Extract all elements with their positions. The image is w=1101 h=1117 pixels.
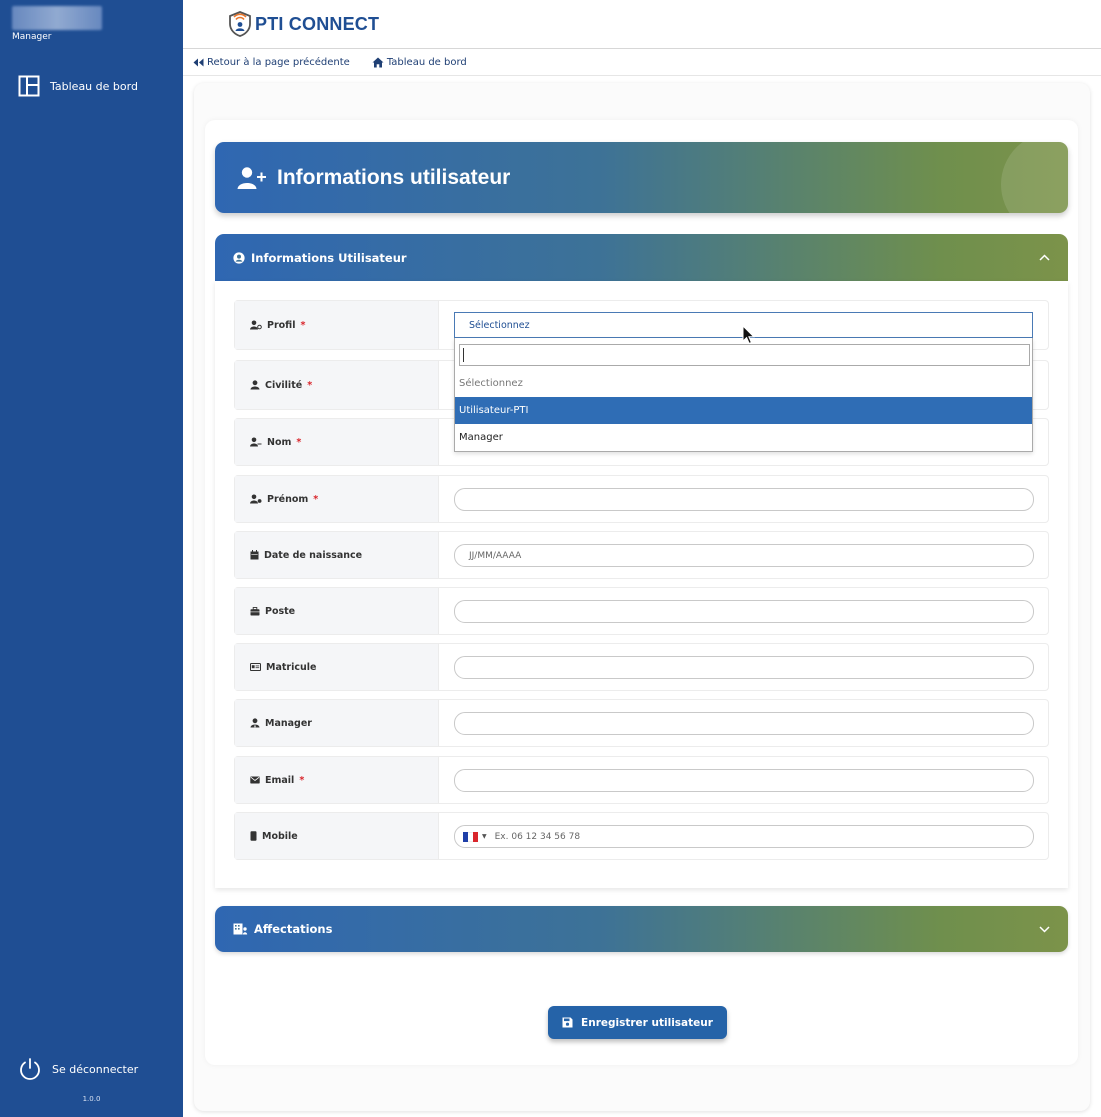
field-label: Prénom * — [235, 476, 439, 522]
profile-dropdown: Sélectionnez Utilisateur-PTI Manager — [454, 338, 1033, 452]
manager-input[interactable] — [454, 712, 1034, 735]
page-title: Informations utilisateur — [277, 165, 511, 189]
save-user-button[interactable]: Enregistrer utilisateur — [548, 1006, 727, 1039]
user-circle-icon — [233, 251, 245, 264]
form-row-date-naissance: Date de naissance JJ/MM/AAAA — [234, 531, 1049, 579]
form-row-prenom: Prénom * — [234, 475, 1049, 523]
briefcase-icon — [250, 606, 260, 615]
field-label: Civilité * — [235, 361, 439, 409]
first-name-input[interactable] — [454, 488, 1034, 511]
section-title: Informations Utilisateur — [251, 250, 407, 265]
form-row-email: Email * — [234, 756, 1049, 804]
power-icon — [20, 1058, 40, 1080]
user-icon — [250, 380, 260, 390]
mobile-placeholder: Ex. 06 12 34 56 78 — [494, 831, 581, 842]
banner-decoration — [1001, 142, 1068, 213]
double-left-arrow-icon — [193, 58, 204, 67]
field-label: Email * — [235, 757, 439, 803]
field-label: Poste — [235, 588, 439, 634]
field-label: Mobile — [235, 813, 439, 859]
text-caret — [463, 348, 464, 362]
breadcrumb: Retour à la page précédente Tableau de b… — [183, 50, 1101, 76]
mobile-phone-icon — [250, 831, 257, 841]
home-icon — [372, 57, 384, 68]
envelope-icon — [250, 776, 260, 784]
sidebar: Manager Tableau de bord Se déconnecter 1… — [0, 0, 183, 1117]
user-tag-icon — [250, 494, 262, 504]
france-flag-icon[interactable] — [463, 831, 478, 842]
country-dropdown-caret-icon[interactable]: ▼ — [482, 833, 487, 840]
mobile-input[interactable]: ▼ Ex. 06 12 34 56 78 — [454, 825, 1034, 848]
dropdown-option[interactable]: Manager — [455, 424, 1032, 451]
user-block[interactable]: Manager — [0, 0, 183, 48]
user-signature-icon — [250, 437, 262, 447]
employee-id-input[interactable] — [454, 656, 1034, 679]
page-header-banner: Informations utilisateur — [215, 142, 1068, 213]
sidebar-item-label: Tableau de bord — [50, 79, 138, 93]
user-tie-icon — [250, 718, 260, 728]
building-user-icon — [233, 923, 248, 935]
save-button-label: Enregistrer utilisateur — [581, 1016, 713, 1029]
back-link-label: Retour à la page précédente — [207, 57, 350, 68]
calendar-icon — [250, 550, 259, 560]
section-header-affectations[interactable]: Affectations — [215, 906, 1068, 952]
field-label: Manager — [235, 700, 439, 746]
form-row-matricule: Matricule — [234, 643, 1049, 691]
position-input[interactable] — [454, 600, 1034, 623]
floppy-disk-icon — [562, 1017, 573, 1028]
back-link[interactable]: Retour à la page précédente — [193, 57, 350, 68]
field-label: Profil * — [235, 301, 439, 349]
chevron-down-icon[interactable] — [1039, 925, 1050, 933]
section-header-user-info[interactable]: Informations Utilisateur — [215, 234, 1068, 281]
user-role: Manager — [12, 32, 52, 42]
sidebar-item-dashboard[interactable]: Tableau de bord — [0, 70, 183, 102]
logout-label: Se déconnecter — [52, 1062, 139, 1076]
logo-shield-icon — [229, 11, 251, 37]
blurred-username — [12, 6, 102, 30]
field-label: Date de naissance — [235, 532, 439, 578]
field-label: Matricule — [235, 644, 439, 690]
app-version: 1.0.0 — [82, 1095, 101, 1103]
chevron-up-icon[interactable] — [1039, 254, 1050, 261]
app-logo[interactable]: PTI CONNECT — [227, 10, 379, 38]
section-title: Affectations — [254, 922, 333, 936]
user-plus-icon — [237, 166, 266, 189]
birthdate-input[interactable]: JJ/MM/AAAA — [454, 544, 1034, 567]
dropdown-option[interactable]: Sélectionnez — [455, 370, 1032, 397]
field-label: Nom * — [235, 419, 439, 465]
id-card-icon — [250, 663, 261, 671]
form-row-manager: Manager — [234, 699, 1049, 747]
user-cog-icon — [250, 320, 262, 330]
logout-button[interactable]: Se déconnecter — [0, 1057, 183, 1081]
home-link-label: Tableau de bord — [386, 57, 467, 68]
mouse-cursor-icon — [742, 325, 755, 345]
form-row-mobile: Mobile ▼ Ex. 06 12 34 56 78 — [234, 812, 1049, 860]
top-bar: PTI CONNECT — [183, 0, 1101, 49]
form-row-poste: Poste — [234, 587, 1049, 635]
logo-text: PTI CONNECT — [255, 13, 380, 34]
dropdown-search-input[interactable] — [459, 344, 1030, 366]
dashboard-icon — [18, 75, 40, 97]
home-link[interactable]: Tableau de bord — [372, 57, 467, 68]
dropdown-option[interactable]: Utilisateur-PTI — [455, 397, 1032, 424]
email-input[interactable] — [454, 769, 1034, 792]
